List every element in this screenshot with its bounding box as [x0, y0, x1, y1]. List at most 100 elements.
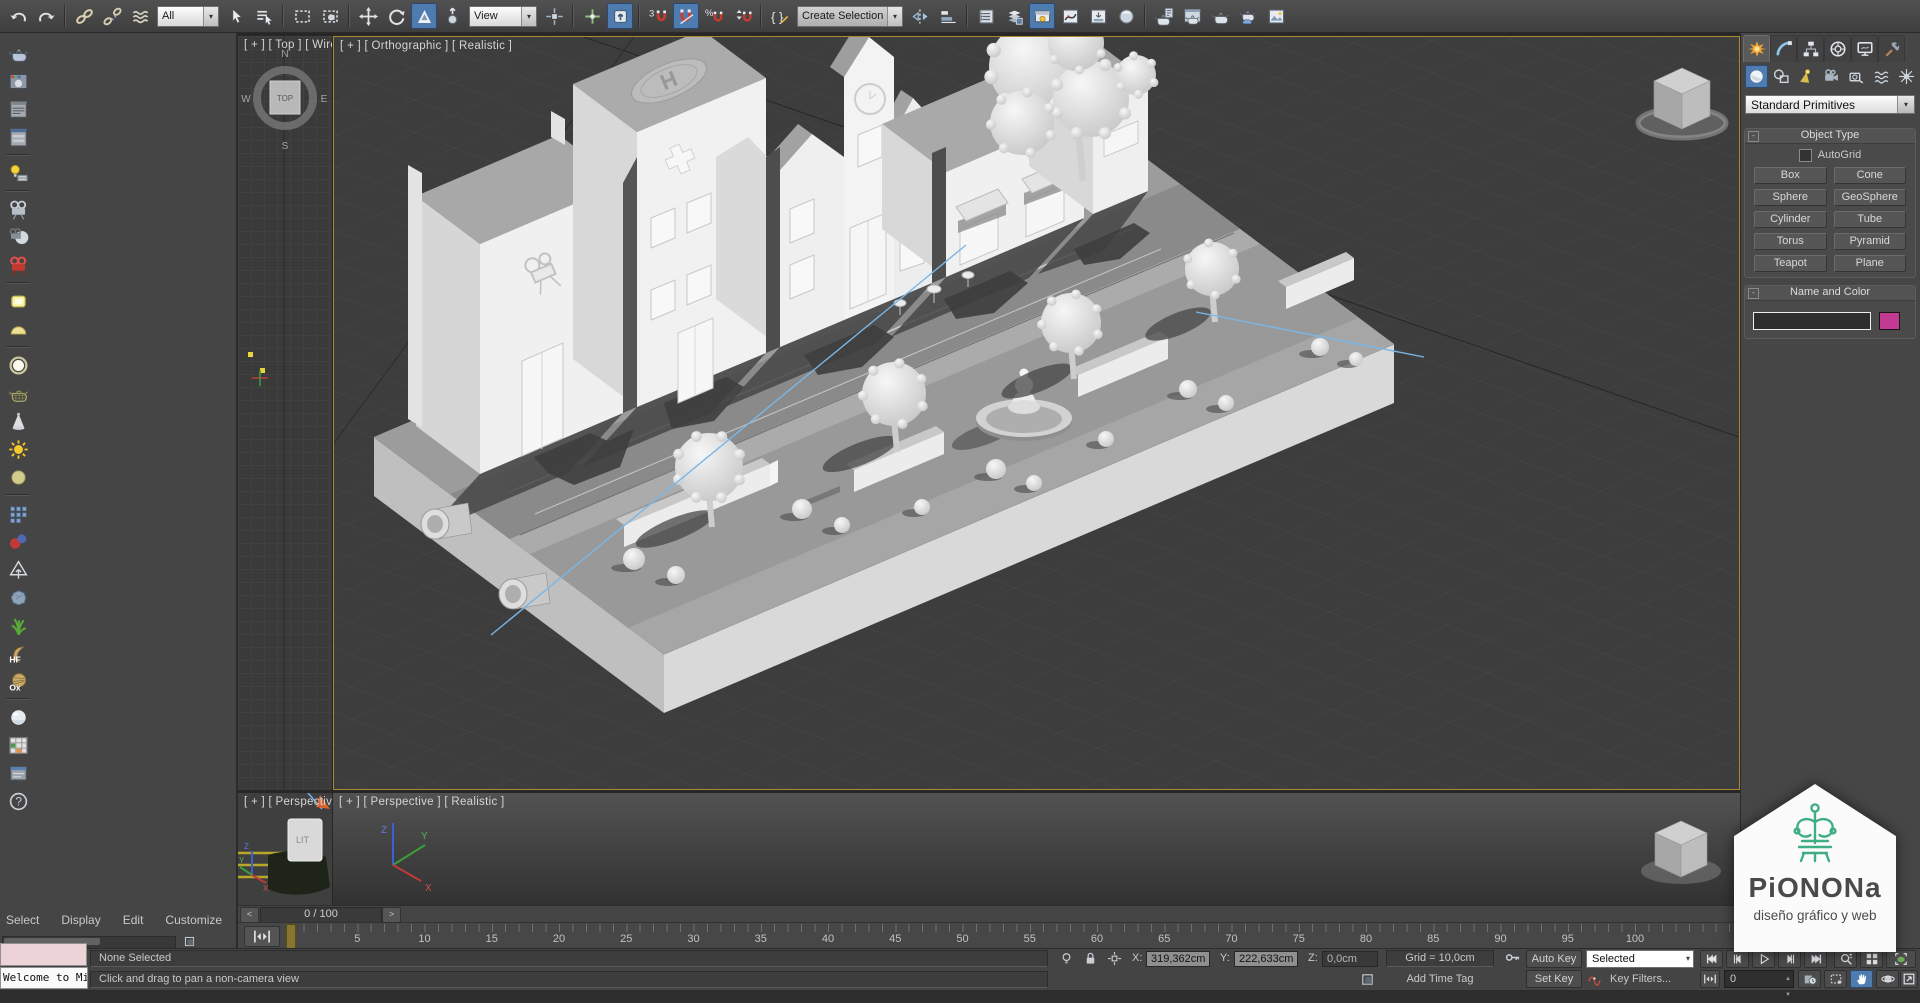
primitive-button-sphere[interactable]: Sphere	[1754, 189, 1827, 206]
refcoord-dropdown[interactable]: View▾	[469, 6, 537, 27]
toolbar-selname-icon[interactable]	[251, 3, 277, 29]
lefttb-lt_table-icon[interactable]	[5, 732, 31, 758]
category-spacewarps[interactable]	[1870, 65, 1893, 88]
viewport-top[interactable]: [ + ] [ Top ] [ Wireframe ] TOP N W E S	[238, 36, 332, 790]
absolute-offset-toggle-icon[interactable]	[1104, 950, 1124, 967]
menu-display[interactable]: Display	[61, 913, 100, 931]
time-slider-handle[interactable]	[286, 924, 296, 949]
selection-region-button[interactable]	[1824, 970, 1847, 988]
toolbar-mated-icon[interactable]	[1113, 3, 1139, 29]
lefttb-lt_camred-icon[interactable]	[5, 252, 31, 278]
toolbar-manip-icon[interactable]	[579, 3, 605, 29]
tab-display[interactable]	[1851, 35, 1878, 62]
primitive-button-torus[interactable]: Torus	[1754, 233, 1827, 250]
current-frame-field[interactable]: 0▲▼	[1724, 970, 1794, 988]
lefttb-lt_wireteapot-icon[interactable]	[5, 380, 31, 406]
toolbar-schematic-icon[interactable]	[1085, 3, 1111, 29]
toolbar-undo-icon[interactable]	[5, 3, 31, 29]
lefttb-lt_help-icon[interactable]: ?	[5, 788, 31, 814]
toolbar-move-icon[interactable]	[355, 3, 381, 29]
toolbar-snapspin-icon[interactable]	[729, 3, 755, 29]
previous-frame-button[interactable]	[1726, 950, 1749, 968]
primitive-button-cylinder[interactable]: Cylinder	[1754, 211, 1827, 228]
toolbar-pivot-icon[interactable]	[541, 3, 567, 29]
primitive-category-dropdown[interactable]: Standard Primitives▾	[1745, 95, 1915, 114]
viewport-top-label[interactable]: [ + ] [ Top ] [ Wireframe ]	[244, 39, 332, 51]
zoom-all-button[interactable]	[1860, 950, 1883, 968]
zoom-button[interactable]	[1834, 950, 1857, 968]
viewport-small-label[interactable]: [ + ] [ Perspective ]	[244, 796, 332, 808]
object-type-header[interactable]: -Object Type	[1745, 129, 1915, 144]
viewport-main[interactable]: [ + ] [ Orthographic ] [ Realistic ]	[333, 36, 1740, 790]
tab-motion[interactable]	[1824, 35, 1851, 62]
maximize-viewport-button[interactable]	[1900, 970, 1918, 988]
toolbar-kbshort-icon[interactable]	[607, 3, 633, 29]
key-filters-button[interactable]: Key Filters...	[1610, 971, 1671, 988]
next-frame-button[interactable]	[1778, 950, 1801, 968]
toolbar-curveed-icon[interactable]	[1057, 3, 1083, 29]
toolbar-rprod-icon[interactable]	[1207, 3, 1233, 29]
viewport-band-label[interactable]: [ + ] [ Perspective ] [ Realistic ]	[339, 796, 505, 808]
primitive-button-tube[interactable]: Tube	[1834, 211, 1907, 228]
toolbar-rfw-icon[interactable]	[1179, 3, 1205, 29]
lefttb-lt_hairball-icon[interactable]: Ox	[5, 668, 31, 694]
z-coordinate-field[interactable]: 0,0cm	[1322, 951, 1378, 967]
toolbar-bind-icon[interactable]	[127, 3, 153, 29]
isolate-toggle-icon[interactable]	[1056, 950, 1076, 967]
toolbar-snappct-icon[interactable]: %	[701, 3, 727, 29]
time-configuration-button[interactable]	[1798, 970, 1821, 988]
primitive-button-teapot[interactable]: Teapot	[1754, 255, 1827, 272]
category-systems[interactable]	[1895, 65, 1918, 88]
category-cameras[interactable]	[1820, 65, 1843, 88]
tab-create[interactable]	[1743, 35, 1770, 62]
auto-key-button[interactable]: Auto Key	[1526, 950, 1582, 968]
toolbar-rlast-icon[interactable]	[1263, 3, 1289, 29]
selset-dropdown[interactable]: Create Selection Se▾	[797, 6, 903, 27]
lefttb-lt_rock-icon[interactable]	[5, 584, 31, 610]
category-lights[interactable]	[1795, 65, 1818, 88]
lefttb-lt_rfw-icon[interactable]	[5, 68, 31, 94]
lefttb-lt_panel-icon[interactable]	[5, 760, 31, 786]
filter-dropdown[interactable]: All▾	[157, 6, 219, 27]
tab-modify[interactable]	[1770, 35, 1797, 62]
primitive-button-plane[interactable]: Plane	[1834, 255, 1907, 272]
toolbar-layerexp-icon[interactable]	[1001, 3, 1027, 29]
tab-utilities[interactable]	[1878, 35, 1905, 62]
time-slider-value[interactable]: 0 / 100	[260, 907, 382, 923]
time-tag-icon[interactable]	[1358, 971, 1376, 988]
toolbar-wincross-icon[interactable]	[317, 3, 343, 29]
primitive-button-box[interactable]: Box	[1754, 167, 1827, 184]
toolbar-scale-icon[interactable]	[411, 3, 437, 29]
orbit-button[interactable]	[1876, 970, 1899, 988]
lefttb-lt_camball-icon[interactable]	[5, 224, 31, 250]
viewport-perspective-small[interactable]: [ + ] [ Perspective ] LIT Z Y X	[238, 793, 332, 905]
toolbar-sceneexp-icon[interactable]	[973, 3, 999, 29]
toolbar-link-icon[interactable]	[71, 3, 97, 29]
primitive-button-cone[interactable]: Cone	[1834, 167, 1907, 184]
viewport-perspective-band[interactable]: [ + ] [ Perspective ] [ Realistic ] Z Y …	[333, 793, 1740, 905]
toolbar-ribbon-icon[interactable]	[1029, 3, 1055, 29]
object-name-field[interactable]	[1753, 312, 1871, 330]
lefttb-lt_particles-icon[interactable]	[5, 500, 31, 526]
toolbar-rsetup-icon[interactable]	[1151, 3, 1177, 29]
pan-view-button[interactable]	[1850, 970, 1873, 988]
add-time-tag[interactable]: Add Time Tag	[1386, 971, 1494, 988]
menu-customize[interactable]: Customize	[165, 913, 222, 931]
toolbar-selobj-icon[interactable]	[223, 3, 249, 29]
explorer-window-icon[interactable]	[182, 935, 197, 948]
toolbar-place-icon[interactable]	[439, 3, 465, 29]
go-to-end-button[interactable]	[1804, 950, 1827, 968]
category-geometry[interactable]	[1745, 65, 1768, 88]
zoom-extents-button[interactable]	[1886, 950, 1916, 968]
track-bar[interactable]: 0510152025303540455055606570758085909510…	[238, 922, 1740, 948]
toolbar-rcloud-icon[interactable]	[1235, 3, 1261, 29]
y-coordinate-field[interactable]: 222,633cm	[1234, 951, 1298, 967]
maxscript-listener[interactable]: Welcome to Mi	[0, 967, 88, 989]
toolbar-redo-icon[interactable]	[33, 3, 59, 29]
lefttb-lt_skyball-icon[interactable]	[5, 464, 31, 490]
lefttb-lt_camfilm-icon[interactable]	[5, 196, 31, 222]
lefttb-lt_omni-icon[interactable]	[5, 352, 31, 378]
toolbar-namedsets-icon[interactable]: { }	[767, 3, 793, 29]
lefttb-lt_blob-icon[interactable]	[5, 528, 31, 554]
autogrid-checkbox[interactable]	[1799, 149, 1812, 162]
